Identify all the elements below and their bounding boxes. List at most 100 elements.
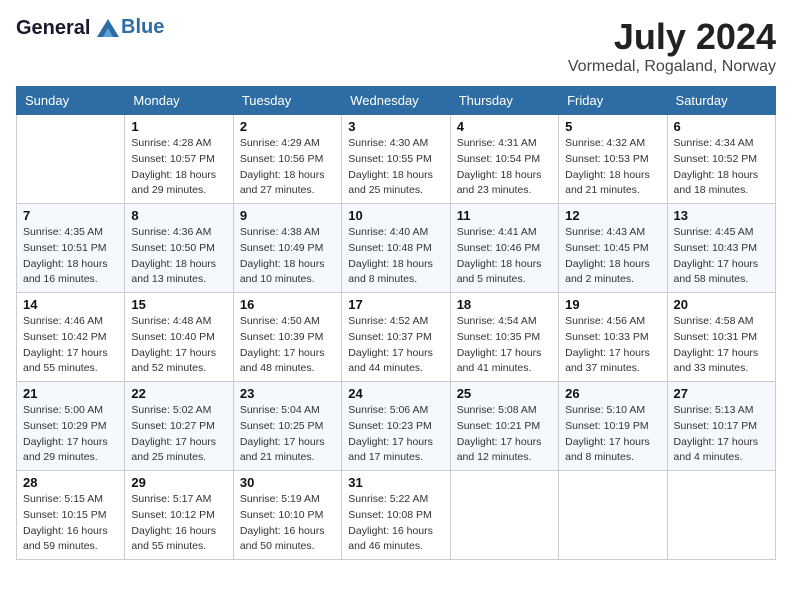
day-detail: Sunrise: 4:43 AMSunset: 10:45 PMDaylight…: [565, 225, 660, 288]
day-number: 26: [565, 386, 660, 401]
day-number: 9: [240, 208, 335, 223]
day-number: 7: [23, 208, 118, 223]
calendar-week-row: 7 Sunrise: 4:35 AMSunset: 10:51 PMDayligh…: [17, 204, 776, 293]
day-detail: Sunrise: 4:28 AMSunset: 10:57 PMDaylight…: [131, 136, 226, 199]
day-number: 2: [240, 119, 335, 134]
day-detail: Sunrise: 5:13 AMSunset: 10:17 PMDaylight…: [674, 403, 769, 466]
calendar-cell: 12 Sunrise: 4:43 AMSunset: 10:45 PMDaylig…: [559, 204, 667, 293]
calendar-week-row: 28Sunrise: 5:15 AMSunset: 10:15 PMDaylig…: [17, 471, 776, 560]
calendar-cell: 4 Sunrise: 4:31 AMSunset: 10:54 PMDayligh…: [450, 115, 558, 204]
day-detail: Sunrise: 4:30 AMSunset: 10:55 PMDaylight…: [348, 136, 443, 199]
calendar-cell: 30Sunrise: 5:19 AMSunset: 10:10 PMDaylig…: [233, 471, 341, 560]
calendar-cell: [559, 471, 667, 560]
day-number: 30: [240, 475, 335, 490]
day-detail: Sunrise: 4:56 AMSunset: 10:33 PMDaylight…: [565, 314, 660, 377]
day-detail: Sunrise: 4:58 AMSunset: 10:31 PMDaylight…: [674, 314, 769, 377]
calendar-cell: 19 Sunrise: 4:56 AMSunset: 10:33 PMDaylig…: [559, 293, 667, 382]
logo: General Blue: [16, 16, 164, 39]
calendar-cell: 7 Sunrise: 4:35 AMSunset: 10:51 PMDayligh…: [17, 204, 125, 293]
day-number: 6: [674, 119, 769, 134]
title-area: July 2024 Vormedal, Rogaland, Norway: [568, 16, 776, 76]
page-header: General Blue July 2024 Vormedal, Rogalan…: [16, 16, 776, 76]
day-detail: Sunrise: 5:00 AMSunset: 10:29 PMDaylight…: [23, 403, 118, 466]
day-number: 13: [674, 208, 769, 223]
calendar-cell: 5 Sunrise: 4:32 AMSunset: 10:53 PMDayligh…: [559, 115, 667, 204]
day-number: 24: [348, 386, 443, 401]
day-detail: Sunrise: 4:34 AMSunset: 10:52 PMDaylight…: [674, 136, 769, 199]
calendar-cell: 16Sunrise: 4:50 AMSunset: 10:39 PMDaylig…: [233, 293, 341, 382]
day-detail: Sunrise: 5:08 AMSunset: 10:21 PMDaylight…: [457, 403, 552, 466]
calendar-cell: 6 Sunrise: 4:34 AMSunset: 10:52 PMDayligh…: [667, 115, 775, 204]
day-number: 18: [457, 297, 552, 312]
calendar-cell: 23 Sunrise: 5:04 AMSunset: 10:25 PMDaylig…: [233, 382, 341, 471]
day-number: 22: [131, 386, 226, 401]
calendar-week-row: 1Sunrise: 4:28 AMSunset: 10:57 PMDayligh…: [17, 115, 776, 204]
logo-text: General: [16, 17, 119, 39]
day-number: 8: [131, 208, 226, 223]
day-detail: Sunrise: 4:29 AMSunset: 10:56 PMDaylight…: [240, 136, 335, 199]
calendar-cell: 9Sunrise: 4:38 AMSunset: 10:49 PMDayligh…: [233, 204, 341, 293]
calendar-cell: 2 Sunrise: 4:29 AMSunset: 10:56 PMDayligh…: [233, 115, 341, 204]
day-detail: Sunrise: 4:45 AMSunset: 10:43 PMDaylight…: [674, 225, 769, 288]
calendar-cell: [450, 471, 558, 560]
weekday-header-thursday: Thursday: [450, 87, 558, 115]
day-number: 4: [457, 119, 552, 134]
calendar-cell: 8 Sunrise: 4:36 AMSunset: 10:50 PMDayligh…: [125, 204, 233, 293]
day-number: 27: [674, 386, 769, 401]
calendar-cell: [17, 115, 125, 204]
month-title: July 2024: [568, 16, 776, 58]
calendar-cell: 21 Sunrise: 5:00 AMSunset: 10:29 PMDaylig…: [17, 382, 125, 471]
day-number: 3: [348, 119, 443, 134]
calendar-table: SundayMondayTuesdayWednesdayThursdayFrid…: [16, 86, 776, 560]
day-detail: Sunrise: 4:36 AMSunset: 10:50 PMDaylight…: [131, 225, 226, 288]
day-detail: Sunrise: 4:41 AMSunset: 10:46 PMDaylight…: [457, 225, 552, 288]
day-detail: Sunrise: 4:48 AMSunset: 10:40 PMDaylight…: [131, 314, 226, 377]
weekday-header-tuesday: Tuesday: [233, 87, 341, 115]
day-detail: Sunrise: 4:32 AMSunset: 10:53 PMDaylight…: [565, 136, 660, 199]
day-detail: Sunrise: 5:17 AMSunset: 10:12 PMDaylight…: [131, 492, 226, 555]
calendar-cell: 22 Sunrise: 5:02 AMSunset: 10:27 PMDaylig…: [125, 382, 233, 471]
calendar-cell: 29 Sunrise: 5:17 AMSunset: 10:12 PMDaylig…: [125, 471, 233, 560]
weekday-header-row: SundayMondayTuesdayWednesdayThursdayFrid…: [17, 87, 776, 115]
calendar-cell: 11Sunrise: 4:41 AMSunset: 10:46 PMDaylig…: [450, 204, 558, 293]
calendar-cell: 27 Sunrise: 5:13 AMSunset: 10:17 PMDaylig…: [667, 382, 775, 471]
weekday-header-wednesday: Wednesday: [342, 87, 450, 115]
calendar-cell: 18 Sunrise: 4:54 AMSunset: 10:35 PMDaylig…: [450, 293, 558, 382]
day-number: 5: [565, 119, 660, 134]
day-detail: Sunrise: 4:35 AMSunset: 10:51 PMDaylight…: [23, 225, 118, 288]
calendar-week-row: 14Sunrise: 4:46 AMSunset: 10:42 PMDaylig…: [17, 293, 776, 382]
weekday-header-sunday: Sunday: [17, 87, 125, 115]
day-detail: Sunrise: 5:04 AMSunset: 10:25 PMDaylight…: [240, 403, 335, 466]
calendar-cell: 13 Sunrise: 4:45 AMSunset: 10:43 PMDaylig…: [667, 204, 775, 293]
day-number: 10: [348, 208, 443, 223]
day-number: 16: [240, 297, 335, 312]
day-number: 12: [565, 208, 660, 223]
logo-blue: Blue: [121, 16, 164, 39]
weekday-header-monday: Monday: [125, 87, 233, 115]
weekday-header-saturday: Saturday: [667, 87, 775, 115]
day-number: 23: [240, 386, 335, 401]
day-number: 20: [674, 297, 769, 312]
day-number: 21: [23, 386, 118, 401]
calendar-cell: 15 Sunrise: 4:48 AMSunset: 10:40 PMDaylig…: [125, 293, 233, 382]
calendar-cell: 14Sunrise: 4:46 AMSunset: 10:42 PMDaylig…: [17, 293, 125, 382]
calendar-cell: 24Sunrise: 5:06 AMSunset: 10:23 PMDaylig…: [342, 382, 450, 471]
calendar-cell: 3 Sunrise: 4:30 AMSunset: 10:55 PMDayligh…: [342, 115, 450, 204]
day-detail: Sunrise: 5:22 AMSunset: 10:08 PMDaylight…: [348, 492, 443, 555]
calendar-cell: 28Sunrise: 5:15 AMSunset: 10:15 PMDaylig…: [17, 471, 125, 560]
day-detail: Sunrise: 4:54 AMSunset: 10:35 PMDaylight…: [457, 314, 552, 377]
day-detail: Sunrise: 5:10 AMSunset: 10:19 PMDaylight…: [565, 403, 660, 466]
calendar-cell: 17Sunrise: 4:52 AMSunset: 10:37 PMDaylig…: [342, 293, 450, 382]
calendar-cell: [667, 471, 775, 560]
day-number: 29: [131, 475, 226, 490]
day-number: 19: [565, 297, 660, 312]
logo-icon: [97, 19, 119, 37]
day-detail: Sunrise: 4:52 AMSunset: 10:37 PMDaylight…: [348, 314, 443, 377]
location-text: Vormedal, Rogaland, Norway: [568, 58, 776, 76]
calendar-cell: 1Sunrise: 4:28 AMSunset: 10:57 PMDayligh…: [125, 115, 233, 204]
weekday-header-friday: Friday: [559, 87, 667, 115]
day-detail: Sunrise: 5:02 AMSunset: 10:27 PMDaylight…: [131, 403, 226, 466]
day-number: 15: [131, 297, 226, 312]
calendar-cell: 25Sunrise: 5:08 AMSunset: 10:21 PMDaylig…: [450, 382, 558, 471]
day-detail: Sunrise: 4:31 AMSunset: 10:54 PMDaylight…: [457, 136, 552, 199]
